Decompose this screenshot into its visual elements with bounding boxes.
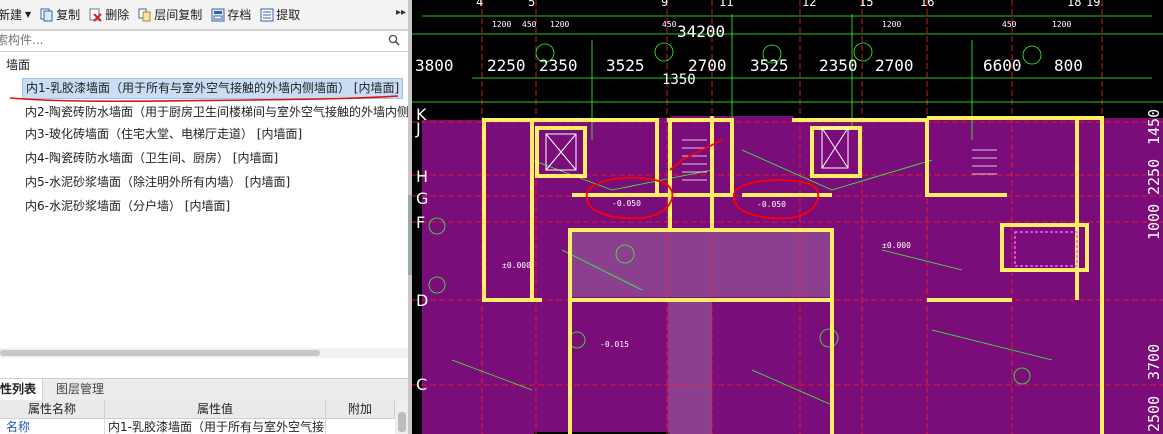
axis-letter: F	[416, 213, 425, 232]
column-header-value: 属性值	[105, 400, 326, 419]
elevation-mark: -0.015	[600, 340, 629, 349]
dim: 6600	[983, 56, 1022, 75]
new-button-label: 新建	[0, 8, 23, 22]
tree-item[interactable]: 内6-水泥砂浆墙面（分户墙） [内墙面]	[22, 196, 233, 217]
small-dim: 1200	[882, 20, 901, 29]
axis-letter: D	[416, 291, 428, 310]
horizontal-scrollbar[interactable]	[0, 348, 408, 358]
extract-button[interactable]: 提取	[260, 3, 300, 27]
dim: 2700	[875, 56, 914, 75]
copy-button-label: 复制	[56, 8, 81, 22]
elevation-mark: -0.050	[757, 200, 786, 209]
dim: 2350	[819, 56, 858, 75]
delete-button-label: 删除	[105, 8, 130, 22]
toolbar-overflow-icon[interactable]: ▸▸	[396, 7, 406, 18]
small-dim: 450	[662, 20, 677, 29]
sub-dim: 1350	[662, 72, 696, 88]
axis-number: 15	[859, 0, 873, 9]
delete-icon	[89, 8, 102, 22]
axis-letter: C	[416, 375, 427, 394]
extract-button-label: 提取	[276, 8, 301, 22]
dimension-text: 4 5 9 11 12 15 16 18 19 1200 450 1200 45…	[415, 0, 1100, 88]
right-dim: 1450	[1145, 109, 1163, 145]
right-dim: 2250	[1145, 159, 1163, 195]
total-dim: 34200	[677, 22, 725, 41]
vertical-scrollbar[interactable]	[395, 400, 409, 434]
corridor-hatch	[570, 232, 832, 297]
axis-letter: J	[415, 119, 421, 138]
chevron-down-icon[interactable]: ▼	[25, 10, 31, 19]
dim: 3525	[606, 56, 645, 75]
dim: 3800	[415, 56, 454, 75]
property-table: 属性名称 属性值 附加 名称 内1-乳胶漆墙面（用于所有与室外空气接...	[0, 400, 410, 434]
axis-number: 4	[476, 0, 483, 9]
scrollbar-thumb[interactable]	[0, 350, 320, 356]
axis-number: 18	[1067, 0, 1081, 9]
stair-hatch	[668, 300, 712, 434]
new-button[interactable]: 新建 ▼	[0, 3, 31, 27]
archive-icon	[211, 8, 225, 22]
small-dim: 1200	[550, 20, 569, 29]
small-dim: 450	[522, 20, 537, 29]
column-header-name: 属性名称	[0, 400, 105, 419]
dim: 800	[1054, 56, 1083, 75]
red-underline-markup	[9, 95, 399, 103]
archive-button[interactable]: 存档	[211, 3, 251, 27]
axis-number: 19	[1086, 0, 1100, 9]
copy-button[interactable]: 复制	[40, 3, 80, 27]
floor-copy-icon	[138, 8, 151, 22]
floor-plan-drawing: 4 5 9 11 12 15 16 18 19 1200 450 1200 45…	[412, 0, 1163, 434]
extract-icon	[260, 8, 274, 22]
room-level: ±0.000	[882, 241, 911, 250]
component-panel: 新建 ▼ 复制 删除 层间复制 存档 提取 ▸▸ 索构件... 墙面 内1-乳胶…	[0, 0, 410, 434]
small-dim: 1200	[492, 20, 511, 29]
right-dim: 3700	[1145, 344, 1163, 380]
axis-number: 12	[802, 0, 816, 9]
floor-copy-button-label: 层间复制	[154, 8, 203, 22]
search-icon[interactable]	[388, 34, 400, 49]
right-dim: 2500	[1145, 396, 1163, 432]
property-value[interactable]: 内1-乳胶漆墙面（用于所有与室外空气接...	[108, 419, 326, 434]
dim: 2250	[487, 56, 526, 75]
search-box	[0, 30, 409, 52]
search-input[interactable]	[0, 31, 366, 49]
axis-letter: H	[416, 167, 428, 186]
axis-letter: G	[416, 189, 428, 208]
small-dim: 450	[1002, 20, 1017, 29]
axis-number: 16	[920, 0, 934, 9]
property-name: 名称	[6, 419, 105, 434]
tree-item[interactable]: 内5-水泥砂浆墙面（除注明外所有内墙） [内墙面]	[22, 172, 293, 193]
tab-layer-manage[interactable]: 图层管理	[50, 379, 110, 400]
archive-button-label: 存档	[227, 8, 252, 22]
delete-button[interactable]: 删除	[89, 3, 129, 27]
dim: 2350	[539, 56, 578, 75]
room-level: ±0.000	[502, 261, 531, 270]
tree-group-wall-surface[interactable]: 墙面	[6, 56, 30, 73]
tree-item[interactable]: 内3-玻化砖墙面（住宅大堂、电梯厅走道） [内墙面]	[22, 124, 305, 145]
copy-icon	[40, 8, 53, 22]
floor-copy-button[interactable]: 层间复制	[138, 3, 202, 27]
tree-item[interactable]: 内4-陶瓷砖防水墙面（卫生间、厨房） [内墙面]	[22, 148, 281, 169]
dim: 3525	[750, 56, 789, 75]
scrollbar-thumb[interactable]	[398, 412, 406, 432]
axis-number: 5	[528, 0, 535, 9]
tab-property-list[interactable]: 性列表	[0, 379, 44, 400]
elevation-mark: -0.050	[612, 199, 641, 208]
column-header-extra: 附加	[326, 400, 395, 419]
panel-tabs: 性列表 图层管理	[0, 378, 410, 401]
small-dim: 1200	[1052, 20, 1071, 29]
axis-number: 9	[661, 0, 668, 9]
right-dim: 1000	[1145, 204, 1163, 240]
cad-drawing-canvas[interactable]: 4 5 9 11 12 15 16 18 19 1200 450 1200 45…	[412, 0, 1163, 434]
axis-number: 11	[719, 0, 733, 9]
toolbar: 新建 ▼ 复制 删除 层间复制 存档 提取 ▸▸	[0, 0, 410, 30]
